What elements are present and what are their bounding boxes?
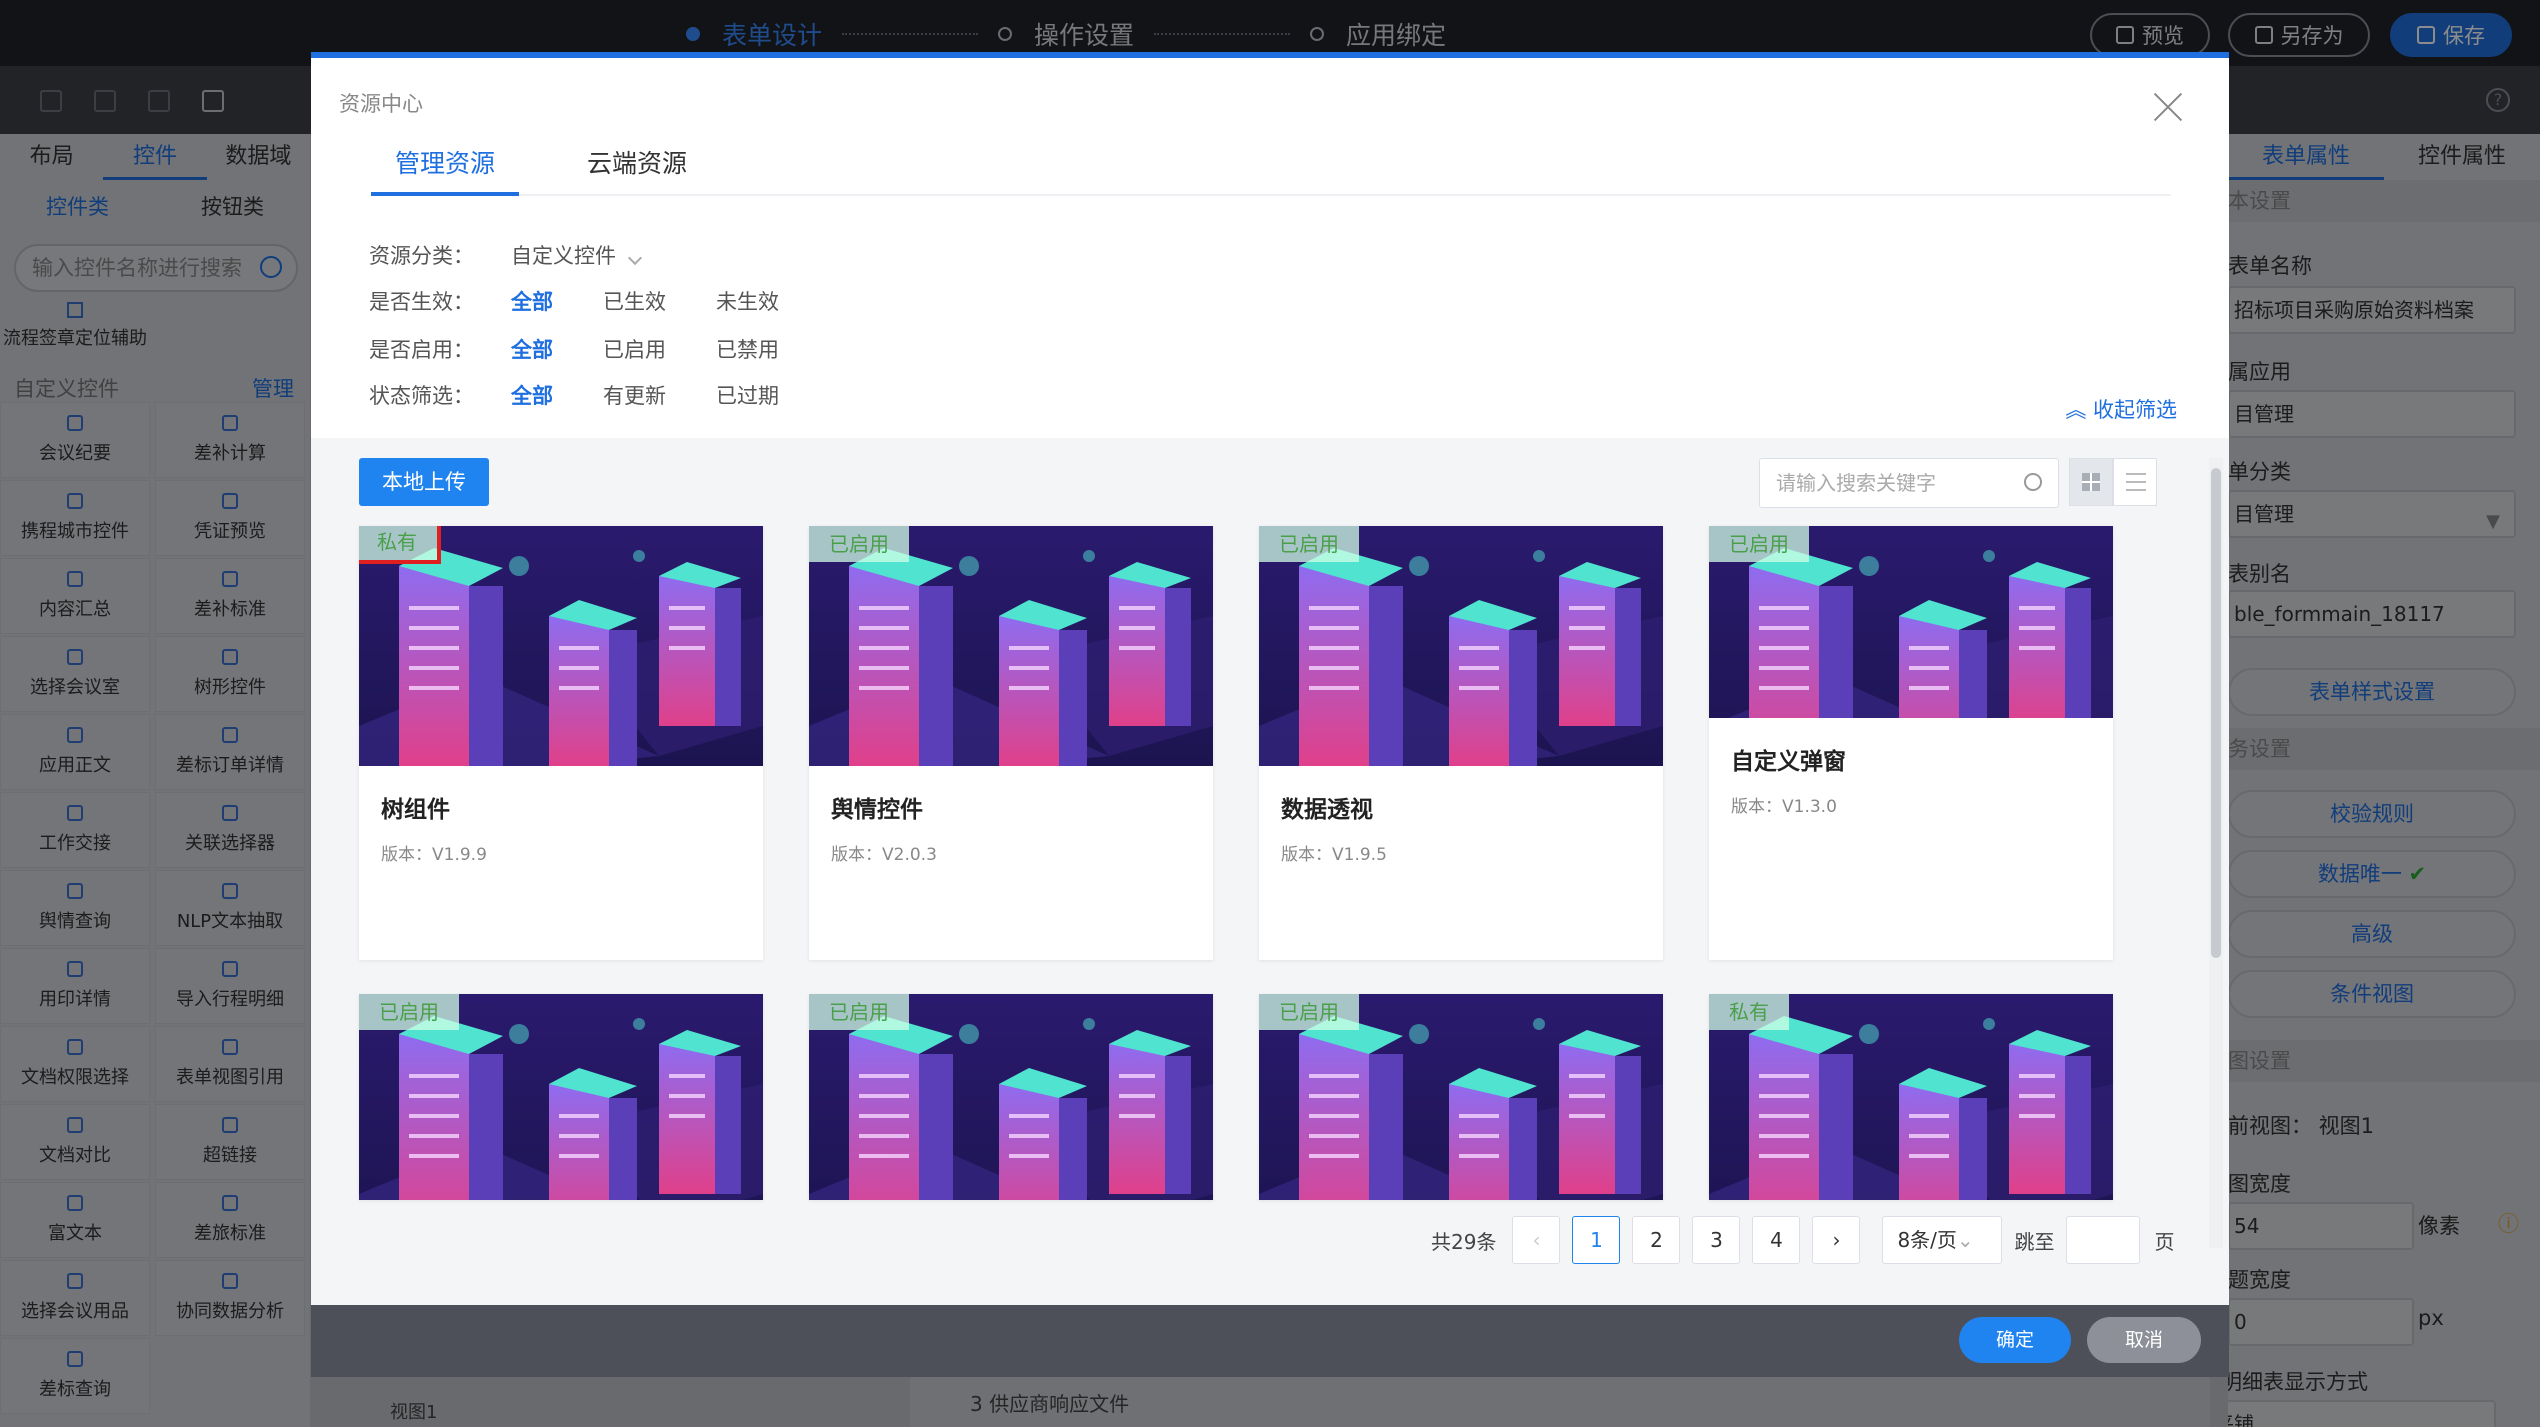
card-version: 版本：V2.0.3 (831, 845, 937, 865)
scrollbar[interactable] (2209, 458, 2223, 1248)
cancel-button[interactable]: 取消 (2087, 1317, 2201, 1363)
tab-manage-resources[interactable]: 管理资源 (371, 144, 520, 196)
status-badge: 已启用 (359, 994, 459, 1030)
page-button[interactable]: 1 (1572, 1216, 1621, 1264)
page-button[interactable]: 4 (1752, 1216, 1801, 1264)
scrollbar-thumb[interactable] (2211, 468, 2221, 958)
filter-option[interactable]: 全部 (511, 286, 553, 316)
modal-title: 资源中心 (339, 92, 423, 116)
filter-effective: 是否生效： 全部 已生效 未生效 (369, 286, 829, 316)
chevron-down-icon (627, 250, 643, 266)
collapse-filter-link[interactable]: ︽ 收起筛选 (2065, 394, 2177, 424)
status-badge: 已启用 (1259, 526, 1359, 562)
filter-option[interactable]: 已禁用 (716, 334, 779, 364)
status-badge: 已启用 (809, 994, 909, 1030)
jump-label: 跳至 (2014, 1229, 2055, 1254)
resource-card[interactable]: 私有 (1709, 994, 2113, 1200)
search-icon[interactable] (2024, 473, 2042, 491)
resource-card[interactable]: 已启用 (359, 994, 763, 1200)
filter-option[interactable]: 已生效 (603, 286, 666, 316)
resource-card[interactable]: 已启用 (809, 994, 1213, 1200)
page-button[interactable]: 3 (1692, 1216, 1741, 1264)
card-name: 数据透视 (1281, 797, 1373, 823)
card-thumbnail: 已启用 (1709, 526, 2113, 718)
filter-option[interactable]: 全部 (511, 380, 553, 410)
filter-status: 状态筛选： 全部 有更新 已过期 (369, 380, 829, 410)
card-thumbnail: 已启用 (809, 994, 1213, 1200)
grid-view-button[interactable] (2069, 458, 2113, 506)
filter-option[interactable]: 未生效 (716, 286, 779, 316)
tab-cloud-resources[interactable]: 云端资源 (587, 144, 687, 196)
confirm-button[interactable]: 确定 (1959, 1317, 2071, 1363)
resource-card[interactable]: 已启用数据透视版本：V1.9.5 (1259, 526, 1663, 960)
card-name: 自定义弹窗 (1731, 749, 1846, 775)
card-thumbnail: 已启用 (359, 994, 763, 1200)
filter-option[interactable]: 已启用 (603, 334, 666, 364)
card-version: 版本：V1.3.0 (1731, 797, 1837, 817)
card-name: 舆情控件 (831, 797, 923, 823)
resource-card[interactable]: 已启用 (1259, 994, 1663, 1200)
grid-icon (2082, 473, 2100, 491)
page-button[interactable]: 2 (1632, 1216, 1681, 1264)
modal-tabs: 管理资源 云端资源 (371, 144, 2171, 196)
card-version: 版本：V1.9.9 (381, 845, 487, 865)
card-thumbnail: 已启用 (1259, 994, 1663, 1200)
card-thumbnail: 私有 (359, 526, 763, 766)
modal-footer: 确定 取消 (311, 1305, 2229, 1377)
local-upload-button[interactable]: 本地上传 (359, 458, 489, 506)
chevron-down-icon: ⌄ (1956, 1228, 1974, 1252)
resource-card[interactable]: 私有树组件版本：V1.9.9 (359, 526, 763, 960)
jump-page-input[interactable] (2066, 1216, 2141, 1264)
resource-card[interactable]: 已启用自定义弹窗版本：V1.3.0 (1709, 526, 2113, 960)
card-thumbnail: 私有 (1709, 994, 2113, 1200)
status-badge: 已启用 (809, 526, 909, 562)
prev-page-button[interactable]: ‹ (1512, 1216, 1561, 1264)
filter-option[interactable]: 全部 (511, 334, 553, 364)
status-badge: 已启用 (1259, 994, 1359, 1030)
status-badge: 私有 (1709, 994, 1789, 1030)
filter-category: 资源分类： 自定义控件 (369, 240, 643, 270)
chevron-up-icon: ︽ (2065, 398, 2087, 422)
total-count: 共29条 (1431, 1229, 1497, 1254)
filter-enabled: 是否启用： 全部 已启用 已禁用 (369, 334, 829, 364)
status-badge: 私有 (359, 526, 441, 564)
filter-option[interactable]: 已过期 (716, 380, 779, 410)
card-version: 版本：V1.9.5 (1281, 845, 1387, 865)
resource-search-input[interactable]: 请输入搜索关键字 (1759, 458, 2059, 508)
pagination: 共29条 ‹ 1 2 3 4 › 8条/页⌄ 跳至 页 (1431, 1216, 2174, 1264)
status-badge: 已启用 (1709, 526, 1809, 562)
card-thumbnail: 已启用 (809, 526, 1213, 766)
close-icon[interactable] (2153, 92, 2183, 122)
resource-card[interactable]: 已启用舆情控件版本：V2.0.3 (809, 526, 1213, 960)
card-thumbnail: 已启用 (1259, 526, 1663, 766)
page-size-select[interactable]: 8条/页⌄ (1882, 1216, 2003, 1264)
list-view-button[interactable] (2113, 458, 2157, 506)
next-page-button[interactable]: › (1812, 1216, 1861, 1264)
list-icon (2126, 473, 2146, 491)
resource-center-modal: 资源中心 管理资源 云端资源 资源分类： 自定义控件 是否生效： 全部 已生效 … (311, 52, 2229, 1311)
category-dropdown[interactable]: 自定义控件 (511, 240, 643, 270)
card-name: 树组件 (381, 797, 450, 823)
filter-option[interactable]: 有更新 (603, 380, 666, 410)
page-unit: 页 (2154, 1229, 2175, 1254)
